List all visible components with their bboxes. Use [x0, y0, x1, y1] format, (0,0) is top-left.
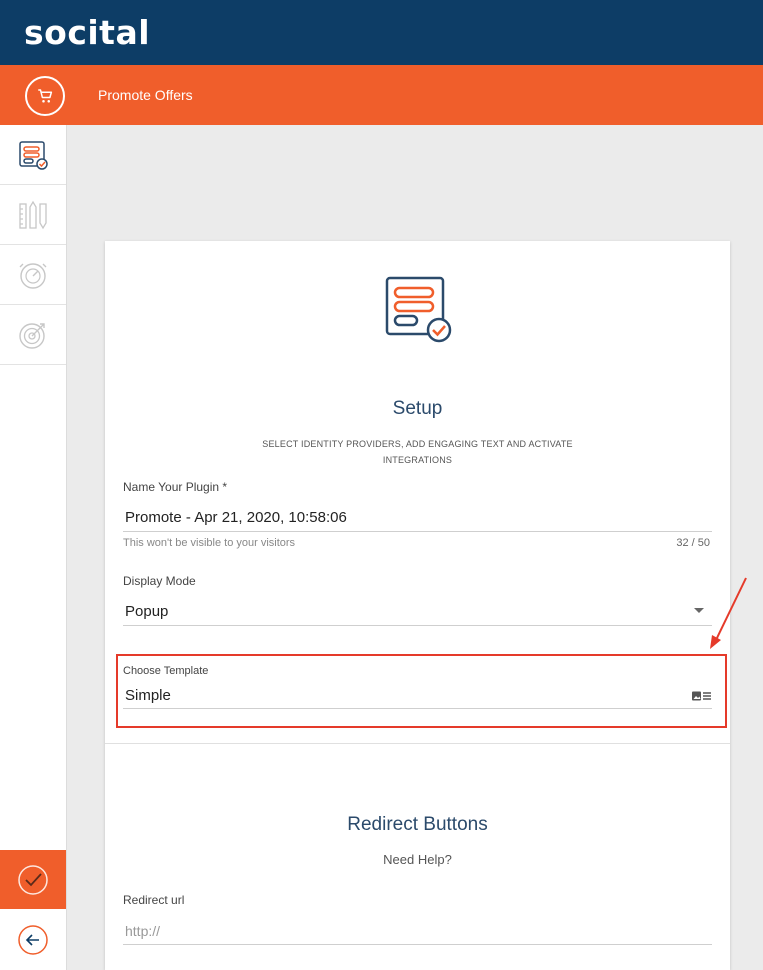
sidebar-item-setup[interactable] — [0, 125, 66, 185]
confirm-button[interactable] — [0, 850, 66, 909]
sidebar — [0, 125, 67, 970]
redirect-url-label: Redirect url — [123, 893, 185, 907]
sidebar-item-design[interactable] — [0, 185, 66, 245]
back-arrow-icon — [18, 924, 48, 955]
setup-card: Setup SELECT IDENTITY PROVIDERS, ADD ENG… — [105, 241, 730, 970]
plugin-name-input[interactable]: Promote - Apr 21, 2020, 10:58:06 — [125, 509, 347, 526]
display-mode-select[interactable]: Popup — [125, 603, 168, 620]
plugin-name-label: Name Your Plugin * — [123, 480, 228, 494]
setup-list-icon — [385, 276, 452, 343]
highlight-box — [116, 654, 727, 728]
design-tools-icon — [19, 200, 47, 229]
setup-title: Setup — [392, 398, 443, 419]
plugin-name-underline — [123, 531, 712, 532]
back-button[interactable] — [0, 909, 66, 970]
top-bar: socital — [0, 0, 763, 65]
plugin-name-hint: This won't be visible to your visitors — [123, 537, 296, 549]
display-mode-label: Display Mode — [123, 574, 196, 588]
setup-subtitle: SELECT IDENTITY PROVIDERS, ADD ENGAGING … — [262, 439, 573, 465]
annotation-arrow-icon — [710, 577, 747, 649]
page-title: Promote Offers — [98, 87, 193, 103]
section-divider — [105, 743, 730, 744]
cart-icon — [38, 89, 53, 103]
redirect-url-input[interactable]: http:// — [125, 923, 160, 939]
display-mode-underline — [123, 625, 712, 626]
timer-icon — [19, 262, 47, 289]
sidebar-item-target[interactable] — [0, 305, 66, 365]
socital-logo: socital — [24, 13, 151, 52]
redirect-title: Redirect Buttons — [347, 814, 488, 835]
checkmark-icon — [18, 864, 48, 895]
target-icon — [19, 322, 45, 349]
setup-list-icon — [19, 140, 48, 170]
need-help-link[interactable]: Need Help? — [105, 852, 730, 867]
plugin-name-counter: 32 / 50 — [676, 537, 710, 549]
cart-button[interactable] — [25, 76, 65, 116]
sidebar-item-timer[interactable] — [0, 245, 66, 305]
redirect-url-underline — [123, 944, 712, 945]
